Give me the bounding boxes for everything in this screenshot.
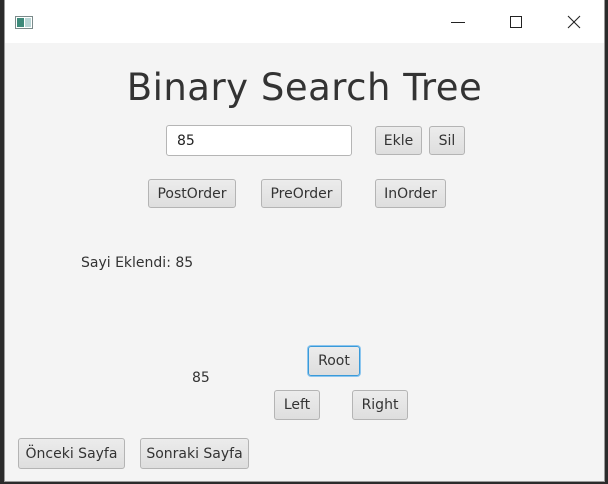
close-icon bbox=[567, 15, 581, 29]
root-button[interactable]: Root bbox=[308, 346, 360, 376]
previous-page-button[interactable]: Önceki Sayfa bbox=[18, 438, 125, 469]
page-title: Binary Search Tree bbox=[126, 66, 483, 109]
close-button[interactable] bbox=[551, 0, 597, 43]
maximize-button[interactable] bbox=[493, 0, 539, 43]
number-input[interactable] bbox=[166, 125, 352, 156]
status-message: Sayi Eklendi: 85 bbox=[81, 255, 194, 271]
add-button[interactable]: Ekle bbox=[375, 126, 422, 155]
app-window: Binary Search Tree Ekle Sil PostOrder Pr… bbox=[4, 0, 605, 482]
maximize-icon bbox=[510, 16, 522, 28]
minimize-icon bbox=[451, 22, 465, 23]
node-value: 85 bbox=[192, 370, 210, 386]
minimize-button[interactable] bbox=[435, 0, 481, 43]
left-button[interactable]: Left bbox=[274, 390, 320, 420]
right-button[interactable]: Right bbox=[352, 390, 408, 420]
postorder-button[interactable]: PostOrder bbox=[148, 179, 236, 208]
preorder-button[interactable]: PreOrder bbox=[261, 179, 342, 208]
app-icon bbox=[15, 16, 33, 29]
remove-button[interactable]: Sil bbox=[429, 126, 465, 155]
title-bar bbox=[5, 0, 604, 43]
inorder-button[interactable]: InOrder bbox=[375, 179, 446, 208]
next-page-button[interactable]: Sonraki Sayfa bbox=[140, 438, 249, 469]
